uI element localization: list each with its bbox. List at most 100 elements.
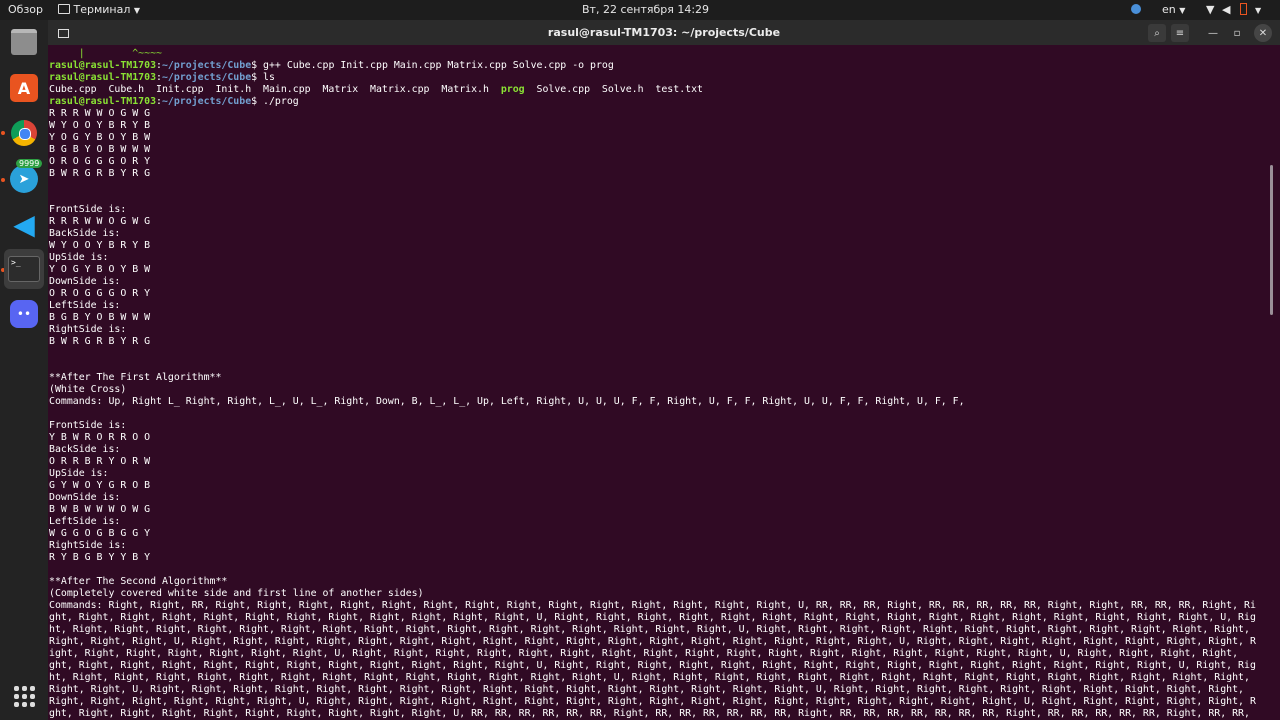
output-line: **After The Second Algorithm** — [49, 576, 228, 587]
discord-icon: •• — [10, 300, 38, 328]
telegram-icon: ➤ — [10, 165, 38, 193]
output-line: B W R G R B Y R G — [49, 336, 151, 347]
chevron-down-icon: ▼ — [1179, 6, 1186, 15]
output-line: ight, Right, Right, Right, Right, Right,… — [49, 648, 1239, 659]
search-button[interactable]: ⌕ — [1148, 24, 1166, 42]
output-line: UpSide is: — [49, 468, 109, 479]
output-line: BackSide is: — [49, 228, 121, 239]
output-line: G Y W O Y G R O B — [49, 480, 151, 491]
shell-prompt-line: rasul@rasul-TM1703:~/projects/Cube$ g++ … — [49, 60, 614, 71]
close-button[interactable]: ✕ — [1254, 24, 1272, 42]
output-line: Y B W R O R R O O — [49, 432, 151, 443]
output-line: Right, Right, Right, U, Right, Right, Ri… — [49, 636, 1256, 647]
dock-files[interactable] — [6, 24, 42, 60]
output-line: DownSide is: — [49, 492, 121, 503]
compiler-caret-line: | ^~~~~ — [49, 48, 162, 59]
system-menu-chevron-icon[interactable]: ▼ — [1255, 3, 1261, 16]
output-line: ght, Right, Right, Right, Right, Right, … — [49, 612, 1256, 623]
dock-discord[interactable]: •• — [6, 296, 42, 332]
language-label: en — [1162, 3, 1176, 16]
network-indicator-icon[interactable] — [1131, 3, 1141, 16]
dock-terminal[interactable]: >_ — [4, 249, 44, 289]
output-line: Right, Right, Right, Right, Right, Right… — [49, 696, 1256, 707]
output-line: RightSide is: — [49, 540, 127, 551]
output-line: **After The First Algorithm** — [49, 372, 222, 383]
command-text: g++ Cube.cpp Init.cpp Main.cpp Matrix.cp… — [263, 60, 614, 71]
output-line: R R R W W O G W G — [49, 216, 151, 227]
shell-prompt-line: rasul@rasul-TM1703:~/projects/Cube$ ls — [49, 72, 275, 83]
terminal-app-icon — [58, 4, 70, 14]
output-line: Y O G Y B O Y B W — [49, 264, 151, 275]
terminal-output[interactable]: | ^~~~~ rasul@rasul-TM1703:~/projects/Cu… — [48, 45, 1267, 720]
activities-button[interactable]: Обзор — [8, 3, 43, 16]
dock-vscode[interactable]: ◀ — [6, 206, 42, 242]
output-line: ht, Right, Right, Right, Right, Right, R… — [49, 624, 1250, 635]
output-line: UpSide is: — [49, 252, 109, 263]
dock-chrome[interactable] — [6, 115, 42, 151]
prompt-user: rasul@rasul-TM1703 — [49, 96, 157, 107]
command-text: ./prog — [263, 96, 299, 107]
search-icon: ⌕ — [1154, 27, 1160, 39]
vscode-icon: ◀ — [13, 207, 35, 241]
volume-icon[interactable]: ◀ — [1222, 3, 1230, 16]
minimize-icon: — — [1208, 27, 1218, 39]
output-line: Right, Right, U, Right, Right, Right, Ri… — [49, 684, 1244, 695]
minimize-button[interactable]: — — [1204, 24, 1222, 42]
output-line: DownSide is: — [49, 276, 121, 287]
terminal-icon: >_ — [8, 256, 40, 282]
output-line: R R R W W O G W G — [49, 108, 151, 119]
output-line: W G G O G B G G Y — [49, 528, 151, 539]
wifi-icon[interactable]: ▼ — [1206, 3, 1214, 16]
output-line: Y O G Y B O Y B W — [49, 132, 151, 143]
output-line: W Y O O Y B R Y B — [49, 120, 151, 131]
output-line: FrontSide is: — [49, 204, 127, 215]
clock[interactable]: Вт, 22 сентября 14:29 — [582, 3, 709, 16]
output-line: BackSide is: — [49, 444, 121, 455]
output-line: Commands: Up, Right L_ Right, Right, L_,… — [49, 396, 965, 407]
output-line: LeftSide is: — [49, 300, 121, 311]
dock-software[interactable]: A — [6, 70, 42, 106]
output-line: LeftSide is: — [49, 516, 121, 527]
executable-file: prog — [500, 84, 525, 95]
output-line: B G B Y O B W W W — [49, 312, 151, 323]
menu-button[interactable]: ≡ — [1171, 24, 1189, 42]
output-line: RightSide is: — [49, 324, 127, 335]
chrome-icon — [11, 120, 37, 146]
prompt-path: ~/projects/Cube — [161, 60, 252, 71]
battery-icon[interactable] — [1240, 3, 1247, 17]
output-line: O R R B R Y O R W — [49, 456, 151, 467]
output-line: FrontSide is: — [49, 420, 127, 431]
language-selector[interactable]: en ▼ — [1162, 3, 1185, 16]
prompt-user: rasul@rasul-TM1703 — [49, 60, 157, 71]
output-line: ght, Right, Right, Right, Right, Right, … — [49, 708, 1250, 719]
output-line: B G B Y O B W W W — [49, 144, 151, 155]
dock: A ➤ 9999 ◀ >_ •• — [0, 20, 48, 720]
running-indicator — [1, 131, 5, 135]
output-line: (White Cross) — [49, 384, 127, 395]
output-line: R Y B G B Y Y B Y — [49, 552, 151, 563]
hamburger-icon: ≡ — [1175, 27, 1185, 39]
output-line: O R O G G G O R Y — [49, 288, 151, 299]
dock-telegram[interactable]: ➤ 9999 — [6, 159, 43, 197]
output-line: O R O G G G O R Y — [49, 156, 151, 167]
output-line: (Completely covered white side and first… — [49, 588, 424, 599]
shell-prompt-line: rasul@rasul-TM1703:~/projects/Cube$ ./pr… — [49, 96, 299, 107]
restore-button[interactable]: ▫ — [1228, 24, 1246, 42]
software-store-icon: A — [10, 74, 38, 102]
close-icon: ✕ — [1258, 27, 1268, 39]
output-line: B W R G R B Y R G — [49, 168, 151, 179]
top-bar: Обзор Терминал ▼ Вт, 22 сентября 14:29 e… — [0, 0, 1280, 20]
telegram-unread-badge: 9999 — [16, 159, 43, 168]
prompt-path: ~/projects/Cube — [161, 96, 252, 107]
output-line: W Y O O Y B R Y B — [49, 240, 151, 251]
show-applications-button[interactable] — [6, 678, 42, 714]
app-menu[interactable]: Терминал ▼ — [58, 3, 140, 16]
output-line: B W B W W W O W G — [49, 504, 151, 515]
prompt-path: ~/projects/Cube — [161, 72, 252, 83]
files-icon — [11, 29, 37, 55]
app-menu-label: Терминал — [73, 3, 131, 16]
terminal-scrollbar[interactable] — [1270, 165, 1273, 315]
chevron-down-icon: ▼ — [133, 6, 141, 15]
output-line: Commands: Right, Right, RR, Right, Right… — [49, 600, 1256, 611]
grid-icon — [13, 685, 35, 707]
